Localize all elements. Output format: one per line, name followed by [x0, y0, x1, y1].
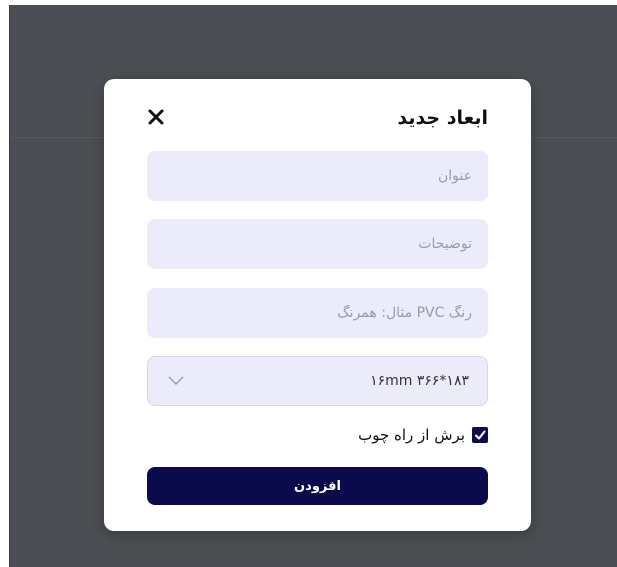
chevron-down-icon	[168, 376, 184, 385]
description-input[interactable]	[147, 219, 488, 269]
dimension-select[interactable]: ۱۶mm ۳۶۶*۱۸۳	[147, 356, 488, 406]
close-icon[interactable]	[146, 107, 166, 127]
add-button[interactable]: افزودن	[147, 467, 488, 505]
cut-along-grain-option[interactable]: برش از راه چوب	[358, 426, 488, 444]
dimension-select-value: ۱۶mm ۳۶۶*۱۸۳	[370, 373, 469, 389]
checkmark-icon	[475, 430, 486, 440]
new-dimension-dialog: ابعاد جدید ۱۶mm ۳۶۶*۱۸۳ برش از راه چوب ا…	[104, 79, 531, 531]
title-input[interactable]	[147, 151, 488, 201]
cut-along-grain-label: برش از راه چوب	[358, 426, 465, 444]
dialog-title: ابعاد جدید	[397, 107, 488, 129]
pvc-color-input[interactable]	[147, 288, 488, 338]
cut-along-grain-checkbox[interactable]	[472, 427, 488, 443]
